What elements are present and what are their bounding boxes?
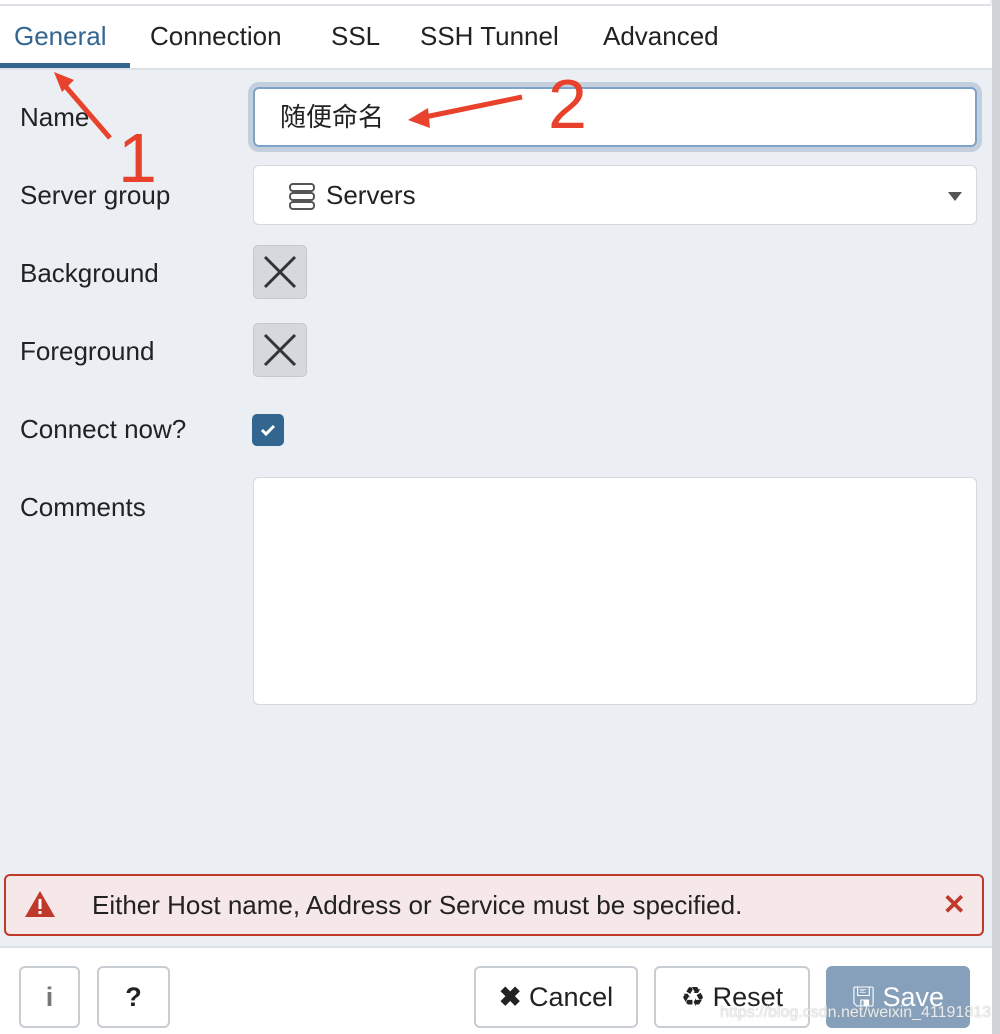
alert-message: Either Host name, Address or Service mus… [92,890,743,920]
comments-label: Comments [20,492,146,522]
foreground-label: Foreground [20,336,155,366]
warning-icon [25,891,55,917]
background-label: Background [20,258,159,288]
close-icon [263,255,297,289]
comments-textarea[interactable] [253,477,977,705]
connect-now-checkbox[interactable] [252,414,284,446]
help-button[interactable]: ? [97,966,170,1028]
foreground-color-picker[interactable] [253,323,307,377]
watermark: https://blog.csdn.net/weixin_41191813 [720,1004,992,1021]
info-button[interactable]: i [19,966,80,1028]
close-icon: ✖ [498,982,522,1012]
error-alert: Either Host name, Address or Service mus… [4,874,984,936]
annotation-number-1: 1 [118,119,157,197]
check-icon [260,424,276,437]
annotation-number-2: 2 [548,65,587,143]
connect-now-label: Connect now? [20,414,187,444]
background-color-picker[interactable] [253,245,307,299]
cancel-button[interactable]: ✖ Cancel [474,966,638,1028]
close-alert-icon[interactable]: ✕ [943,876,966,934]
close-icon [263,333,297,367]
cancel-label: Cancel [529,982,614,1012]
recycle-icon: ♻ [680,982,706,1012]
